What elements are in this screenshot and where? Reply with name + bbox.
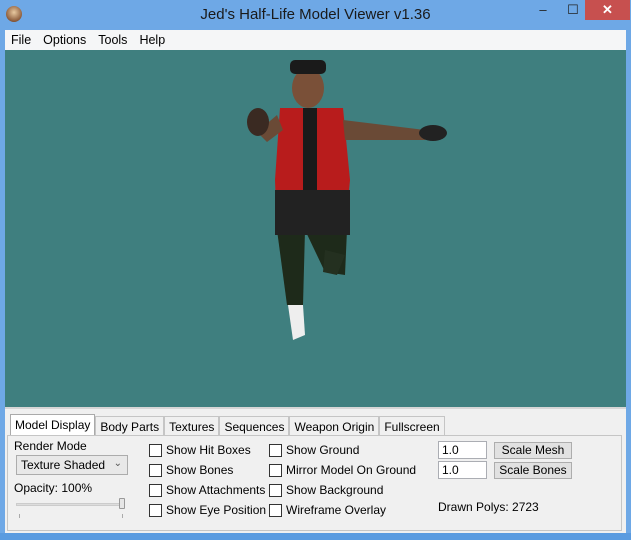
model-viewport[interactable] — [5, 50, 626, 407]
tab-weapon-origin[interactable]: Weapon Origin — [289, 416, 380, 435]
checkbox-label: Show Eye Position — [166, 503, 267, 517]
render-mode-value: Texture Shaded — [21, 458, 106, 472]
show-hit-boxes-checkbox[interactable]: Show Hit Boxes — [149, 443, 251, 457]
checkbox-box[interactable] — [149, 463, 162, 477]
title-bar: Jed's Half-Life Model Viewer v1.36 – ☐ ✕ — [0, 0, 631, 30]
show-ground-checkbox[interactable]: Show Ground — [269, 443, 359, 457]
checkbox-label: Wireframe Overlay — [286, 503, 387, 517]
minimize-button[interactable]: – — [530, 0, 556, 20]
tab-sequences[interactable]: Sequences — [219, 416, 290, 435]
scale-bones-input[interactable]: 1.0 — [438, 461, 487, 479]
checkbox-box[interactable] — [149, 503, 162, 517]
tab-model-display[interactable]: Model Display — [10, 414, 96, 436]
maximize-button[interactable]: ☐ — [560, 0, 586, 20]
checkbox-box[interactable] — [269, 503, 282, 517]
model-display-page: Render Mode Texture Shaded ⌄ Opacity: 10… — [7, 435, 622, 531]
render-mode-select[interactable]: Texture Shaded ⌄ — [16, 455, 128, 475]
menu-tools[interactable]: Tools — [92, 33, 133, 47]
checkbox-label: Show Ground — [286, 443, 360, 457]
checkbox-box[interactable] — [149, 443, 162, 457]
menu-bar: File Options Tools Help — [5, 30, 626, 50]
show-bones-checkbox[interactable]: Show Bones — [149, 463, 233, 477]
tab-strip: Model Display Body Parts Textures Sequen… — [10, 414, 445, 436]
tab-textures[interactable]: Textures — [164, 416, 220, 435]
scale-mesh-button[interactable]: Scale Mesh — [494, 442, 572, 459]
checkbox-box[interactable] — [269, 483, 282, 497]
tab-body-parts[interactable]: Body Parts — [95, 416, 165, 435]
checkbox-label: Show Attachments — [166, 483, 266, 497]
menu-help[interactable]: Help — [133, 33, 171, 47]
checkbox-label: Show Bones — [166, 463, 234, 477]
tab-fullscreen[interactable]: Fullscreen — [379, 416, 445, 435]
wireframe-overlay-checkbox[interactable]: Wireframe Overlay — [269, 503, 386, 517]
opacity-slider-thumb[interactable] — [119, 498, 125, 509]
show-attachments-checkbox[interactable]: Show Attachments — [149, 483, 265, 497]
control-panel: Model Display Body Parts Textures Sequen… — [5, 407, 626, 533]
menu-options[interactable]: Options — [37, 33, 92, 47]
opacity-label: Opacity: 100% — [14, 481, 93, 495]
checkbox-label: Mirror Model On Ground — [286, 463, 417, 477]
checkbox-box[interactable] — [269, 443, 282, 457]
opacity-slider-track[interactable] — [16, 503, 124, 506]
checkbox-label: Show Background — [286, 483, 384, 497]
close-button[interactable]: ✕ — [585, 0, 630, 20]
checkbox-label: Show Hit Boxes — [166, 443, 251, 457]
slider-tick — [122, 514, 123, 518]
model-render — [247, 60, 447, 340]
checkbox-box[interactable] — [149, 483, 162, 497]
checkbox-box[interactable] — [269, 463, 282, 477]
chevron-down-icon: ⌄ — [113, 458, 122, 469]
show-background-checkbox[interactable]: Show Background — [269, 483, 383, 497]
show-eye-position-checkbox[interactable]: Show Eye Position — [149, 503, 266, 517]
scale-bones-button[interactable]: Scale Bones — [494, 462, 572, 479]
mirror-model-checkbox[interactable]: Mirror Model On Ground — [269, 463, 416, 477]
drawn-polys-label: Drawn Polys: 2723 — [438, 500, 539, 514]
scale-mesh-input[interactable]: 1.0 — [438, 441, 487, 459]
menu-file[interactable]: File — [5, 33, 37, 47]
render-mode-label: Render Mode — [14, 439, 87, 453]
window-bottom-edge — [0, 533, 631, 540]
slider-tick — [19, 514, 20, 518]
